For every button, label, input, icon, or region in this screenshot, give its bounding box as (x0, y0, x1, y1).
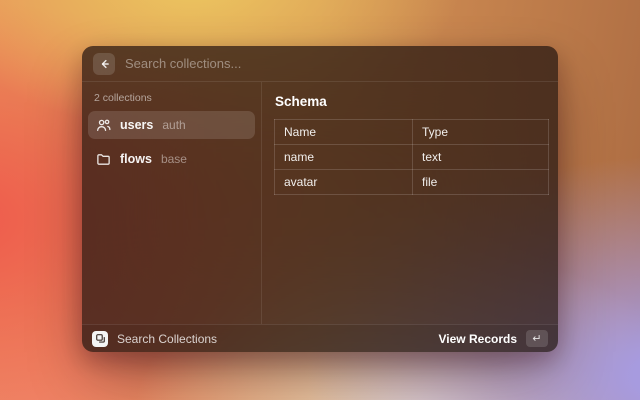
users-icon (96, 118, 111, 133)
schema-title: Schema (275, 94, 549, 109)
table-row: avatar file (275, 170, 549, 195)
field-name-cell: name (275, 145, 413, 170)
search-collections-palette: 2 collections users auth (82, 46, 558, 352)
column-header-type: Type (413, 120, 549, 145)
field-name-cell: avatar (275, 170, 413, 195)
field-type-cell: text (413, 145, 549, 170)
table-row: name text (275, 145, 549, 170)
enter-key-icon: ↵ (526, 330, 548, 347)
collection-type-badge: auth (162, 118, 185, 132)
pocketbase-icon (92, 331, 108, 347)
back-button[interactable] (93, 53, 115, 75)
palette-body: 2 collections users auth (82, 82, 558, 324)
collections-count-label: 2 collections (88, 90, 255, 111)
field-type-cell: file (413, 170, 549, 195)
arrow-left-icon (98, 58, 110, 70)
view-records-button[interactable]: View Records (439, 332, 517, 346)
schema-table: Name Type name text avatar file (274, 119, 549, 195)
detail-panel: Schema Name Type name text avatar file (262, 82, 558, 324)
command-title: Search Collections (117, 332, 217, 346)
list-item-flows[interactable]: flows base (88, 145, 255, 173)
action-bar: Search Collections View Records ↵ (82, 324, 558, 352)
collection-name: flows (120, 152, 152, 166)
list-item-users[interactable]: users auth (88, 111, 255, 139)
column-header-name: Name (275, 120, 413, 145)
search-input[interactable] (125, 56, 547, 71)
search-bar (82, 46, 558, 82)
collection-type-badge: base (161, 152, 187, 166)
desktop-background: { "window": { "search": { "placeholder":… (0, 0, 640, 400)
schema-table-header-row: Name Type (275, 120, 549, 145)
collections-list: 2 collections users auth (82, 82, 262, 324)
folder-icon (96, 152, 111, 167)
collection-name: users (120, 118, 153, 132)
